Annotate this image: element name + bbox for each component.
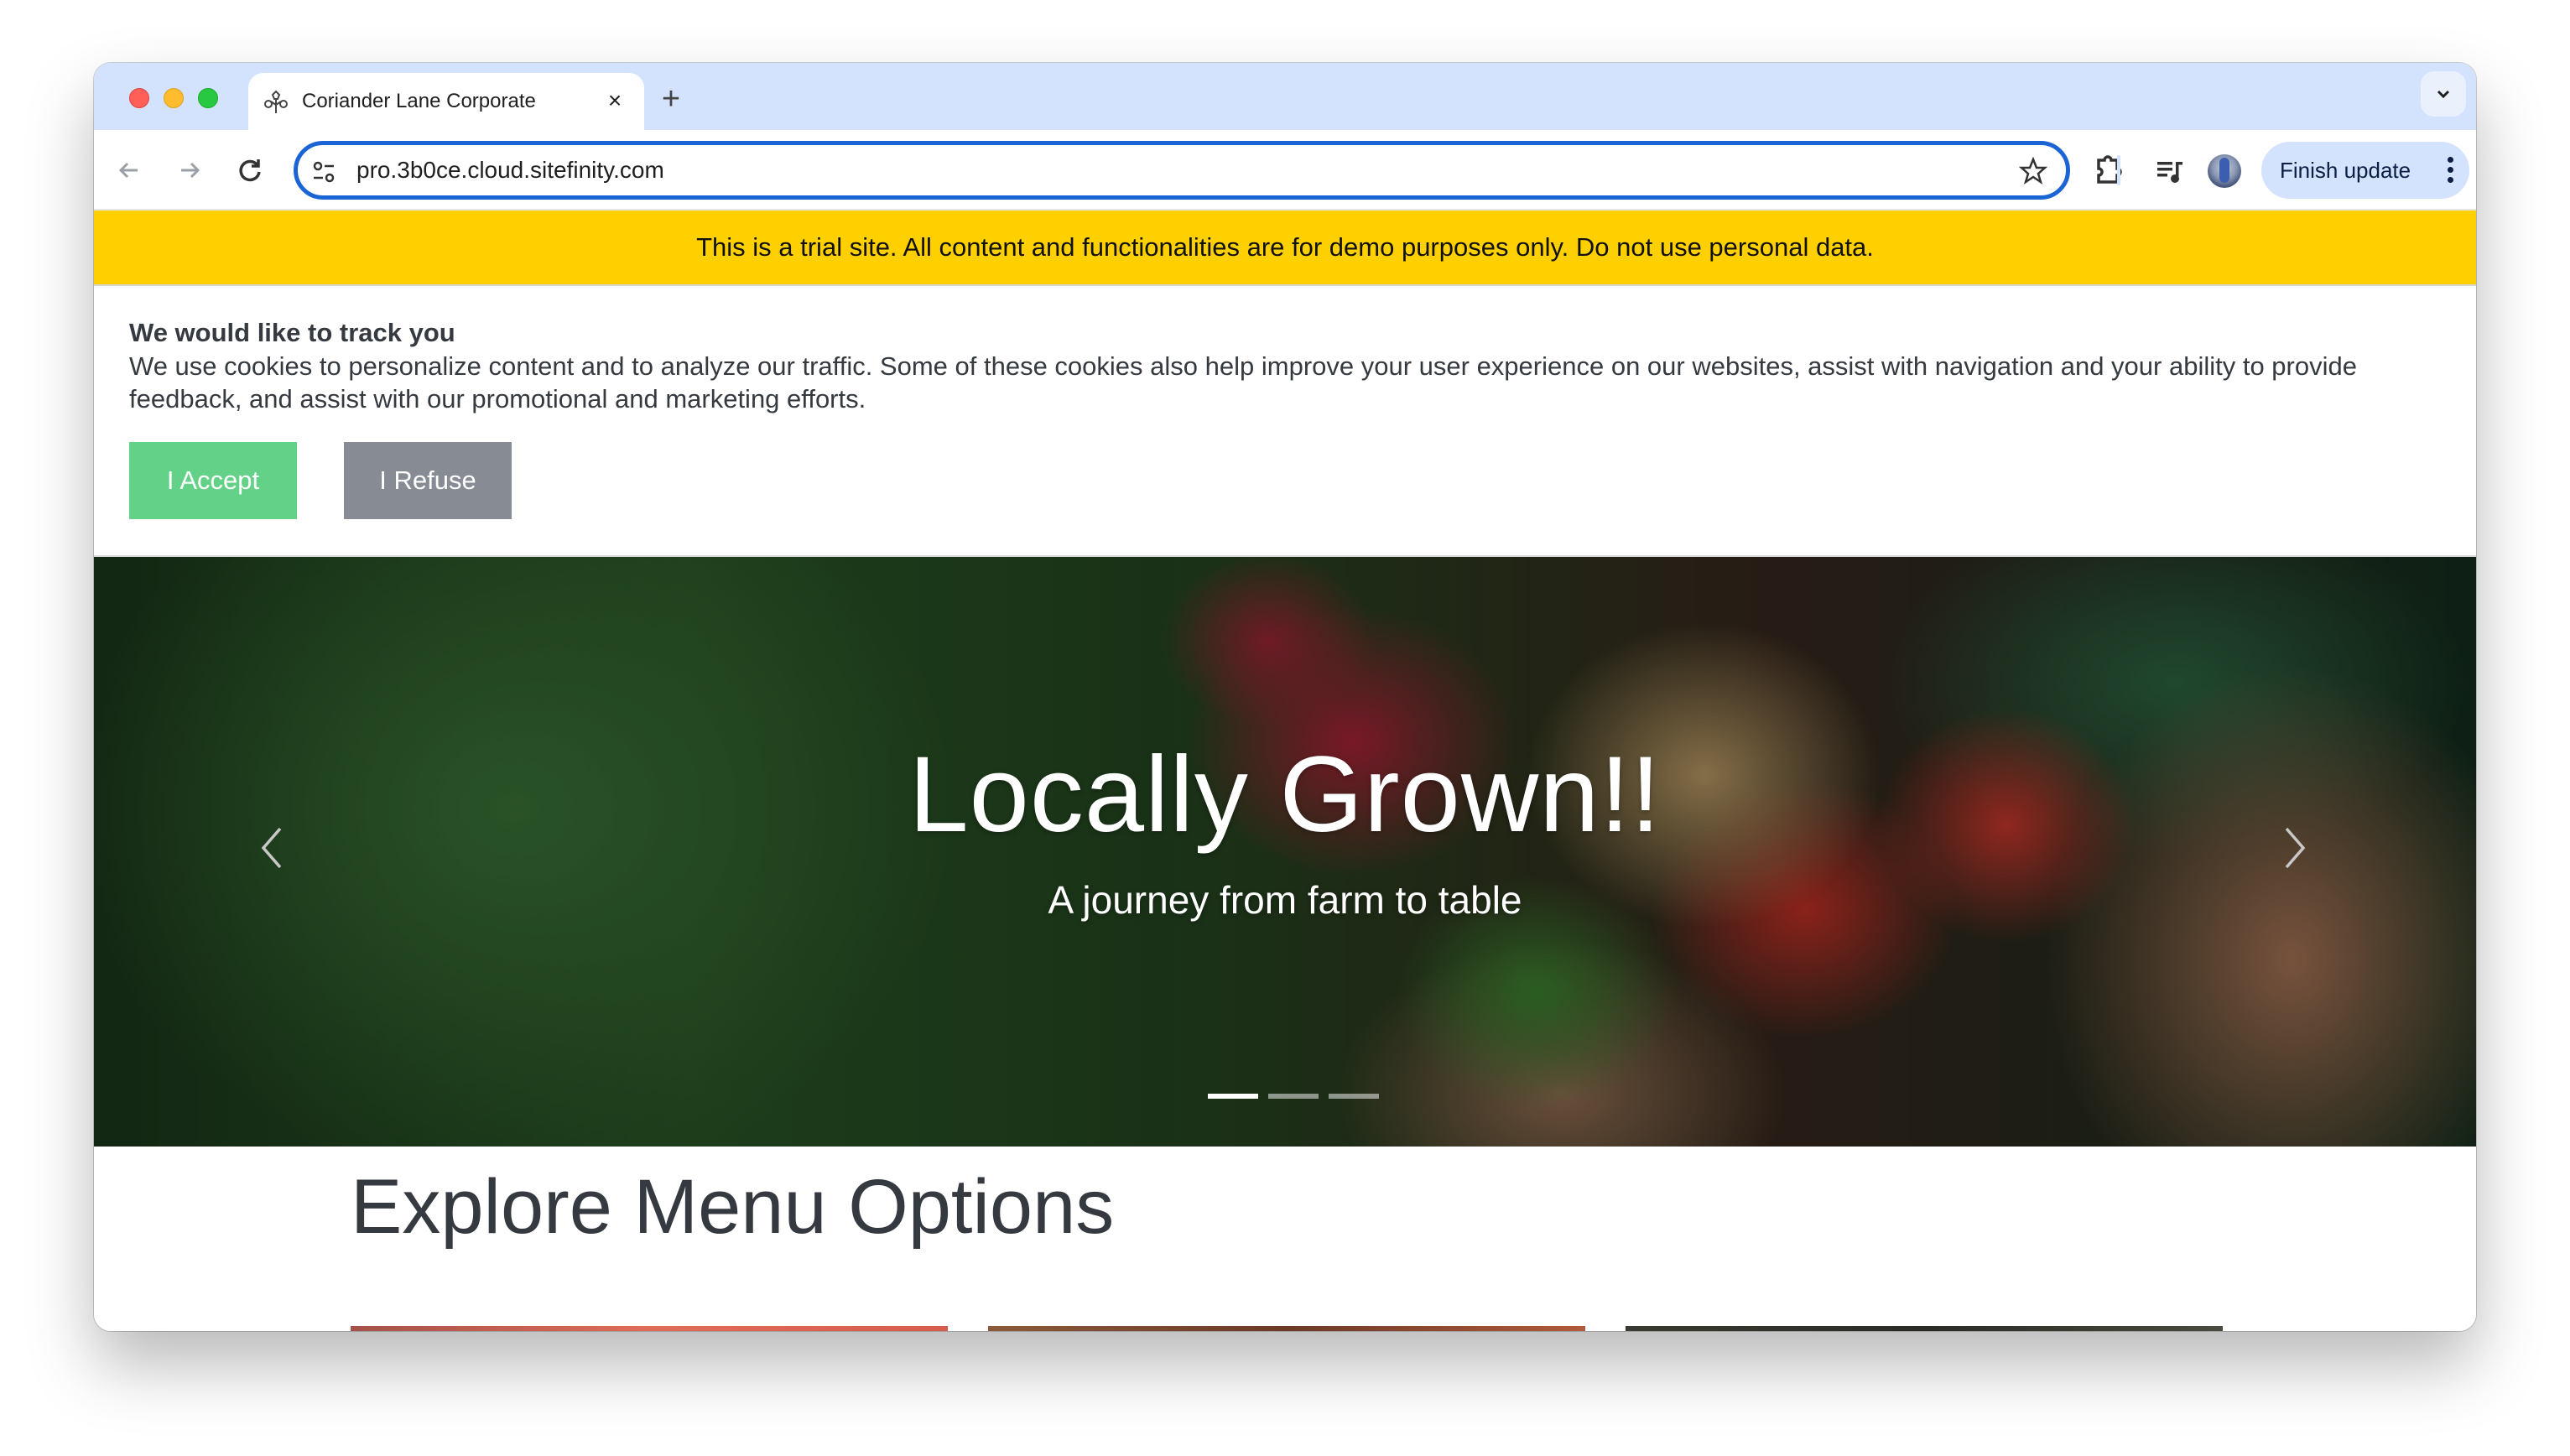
carousel-indicator-1[interactable]	[1208, 1094, 1258, 1099]
toolbar-divider	[2117, 155, 2120, 185]
maximize-window-button[interactable]	[198, 88, 218, 108]
cookie-description: We use cookies to personalize content an…	[129, 351, 2357, 413]
close-window-button[interactable]	[129, 88, 149, 108]
chevron-right-icon	[2285, 827, 2306, 869]
carousel-indicators	[94, 1094, 2476, 1099]
refuse-cookies-button[interactable]: I Refuse	[344, 442, 512, 519]
reload-icon	[239, 159, 261, 182]
arrow-right-icon	[181, 162, 200, 179]
tab-title: Coriander Lane Corporate	[302, 90, 536, 112]
cookie-title: We would like to track you	[129, 318, 455, 347]
browser-window: Coriander Lane Corporate × + pro.3b0ce.c…	[94, 63, 2476, 1331]
hero-title: Locally Grown!!	[908, 735, 1662, 855]
avatar[interactable]	[2208, 154, 2241, 188]
hero-subtitle: A journey from farm to table	[1048, 878, 1522, 922]
reload-button[interactable]	[233, 153, 267, 187]
web-page: This is a trial site. All content and fu…	[94, 211, 2476, 1331]
menu-card-1[interactable]	[351, 1326, 948, 1331]
forward-button[interactable]	[173, 153, 206, 187]
address-bar[interactable]: pro.3b0ce.cloud.sitefinity.com	[294, 141, 2070, 200]
accept-cookies-button[interactable]: I Accept	[129, 442, 297, 519]
star-icon[interactable]	[2018, 156, 2048, 190]
tune-icon[interactable]	[311, 159, 336, 189]
puzzle-icon[interactable]	[2090, 152, 2127, 189]
back-button[interactable]	[112, 153, 146, 187]
more-vertical-icon[interactable]	[2446, 157, 2454, 185]
url-text[interactable]: pro.3b0ce.cloud.sitefinity.com	[356, 157, 664, 184]
carousel-next-button[interactable]	[2278, 819, 2312, 877]
trial-banner-text: This is a trial site. All content and fu…	[696, 232, 1874, 262]
menu-card-2[interactable]	[988, 1326, 1585, 1331]
chevron-down-icon	[2437, 90, 2450, 99]
carousel-prev-button[interactable]	[255, 819, 289, 877]
tab-coriander-lane[interactable]: Coriander Lane Corporate ×	[248, 73, 644, 130]
trial-banner: This is a trial site. All content and fu…	[94, 211, 2476, 286]
toolbar: pro.3b0ce.cloud.sitefinity.com Finish up…	[94, 130, 2476, 211]
minimize-window-button[interactable]	[164, 88, 184, 108]
coriander-logo-icon	[263, 90, 289, 115]
menu-card-3[interactable]	[1626, 1326, 2223, 1331]
arrow-left-icon	[118, 162, 138, 179]
finish-update-label: Finish update	[2280, 158, 2411, 183]
close-icon[interactable]: ×	[601, 86, 629, 115]
carousel-indicator-2[interactable]	[1268, 1094, 1319, 1099]
playlist-music-icon[interactable]	[2152, 152, 2189, 189]
chevron-left-icon	[261, 827, 282, 869]
finish-update-button[interactable]: Finish update	[2261, 142, 2469, 199]
tab-strip: Coriander Lane Corporate × +	[94, 63, 2476, 130]
cookie-consent-banner: We would like to track you We use cookie…	[94, 286, 2476, 557]
tab-search-button[interactable]	[2421, 71, 2466, 117]
explore-menu-heading: Explore Menu Options	[351, 1164, 1115, 1250]
carousel-indicator-3[interactable]	[1329, 1094, 1379, 1099]
hero-carousel: Locally Grown!! A journey from farm to t…	[94, 557, 2476, 1147]
plus-icon[interactable]: +	[654, 83, 688, 117]
